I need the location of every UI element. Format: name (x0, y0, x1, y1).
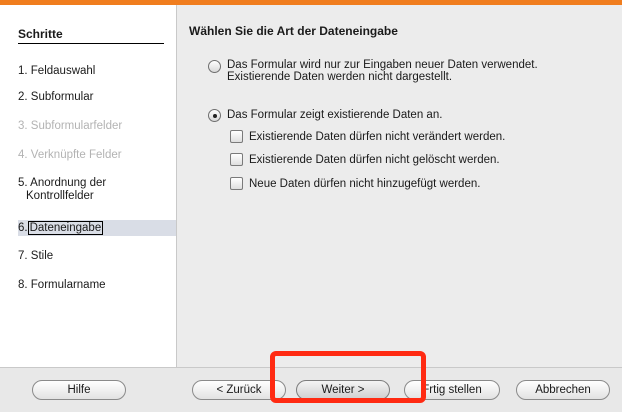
radio-new-data-line2: Existierende Daten werden nicht dargeste… (227, 71, 453, 83)
steps-sidebar: Schritte 1. Feldauswahl 2. Subformular 3… (0, 5, 177, 367)
main-panel: Wählen Sie die Art der Dateneingabe Das … (177, 5, 622, 367)
finish-button[interactable]: Frtig stellen (404, 380, 500, 400)
radio-new-data-only-label: Das Formular wird nur zur Eingaben neuer… (227, 59, 538, 83)
finish-button-label-rest: rtig stellen (429, 384, 482, 396)
checkbox-no-modify-label: Existierende Daten dürfen nicht veränder… (249, 131, 506, 143)
step-2-subformular[interactable]: 2. Subformular (18, 91, 93, 104)
help-button[interactable]: Hilfe (32, 380, 126, 400)
step-1-feldauswahl[interactable]: 1. Feldauswahl (18, 65, 95, 78)
checkbox-no-modify[interactable] (230, 130, 243, 143)
back-button[interactable]: < Zurück (192, 380, 286, 400)
step-7-stile[interactable]: 7. Stile (18, 250, 53, 263)
step-6-label: Dateneingabe (27, 221, 104, 235)
step-3-subformularfelder: 3. Subformularfelder (18, 120, 123, 132)
radio-new-data-only[interactable] (208, 60, 221, 73)
checkbox-no-delete[interactable] (230, 153, 243, 166)
step-8-formularname[interactable]: 8. Formularname (18, 279, 106, 292)
checkbox-no-add-label: Neue Daten dürfen nicht hinzugefügt werd… (249, 178, 481, 190)
step-6-dateneingabe[interactable]: 6. Dateneingabe (18, 221, 104, 235)
next-button[interactable]: Weiter > (296, 380, 390, 400)
steps-title: Schritte (18, 27, 164, 44)
step-4-verknuepfte-felder: 4. Verknüpfte Felder (18, 149, 122, 161)
checkbox-no-add[interactable] (230, 177, 243, 190)
radio-show-existing-data[interactable] (208, 109, 221, 122)
radio-show-existing-label: Das Formular zeigt existierende Daten an… (227, 109, 443, 121)
cancel-button[interactable]: Abbrechen (516, 380, 610, 400)
radio-new-data-line1: Das Formular wird nur zur Eingaben neuer… (227, 59, 538, 71)
step-6-number: 6. (18, 222, 28, 234)
step-5-label-line2: Kontrollfelder (26, 190, 94, 202)
checkbox-no-delete-label: Existierende Daten dürfen nicht gelöscht… (249, 154, 500, 166)
step-5-label-line1: 5. Anordnung der (18, 177, 107, 189)
step-5-anordnung[interactable]: 5. Anordnung der Kontrollfelder (18, 177, 106, 203)
button-bar: Hilfe < Zurück Weiter > Frtig stellen Ab… (0, 367, 622, 412)
section-title: Wählen Sie die Art der Dateneingabe (189, 24, 398, 38)
